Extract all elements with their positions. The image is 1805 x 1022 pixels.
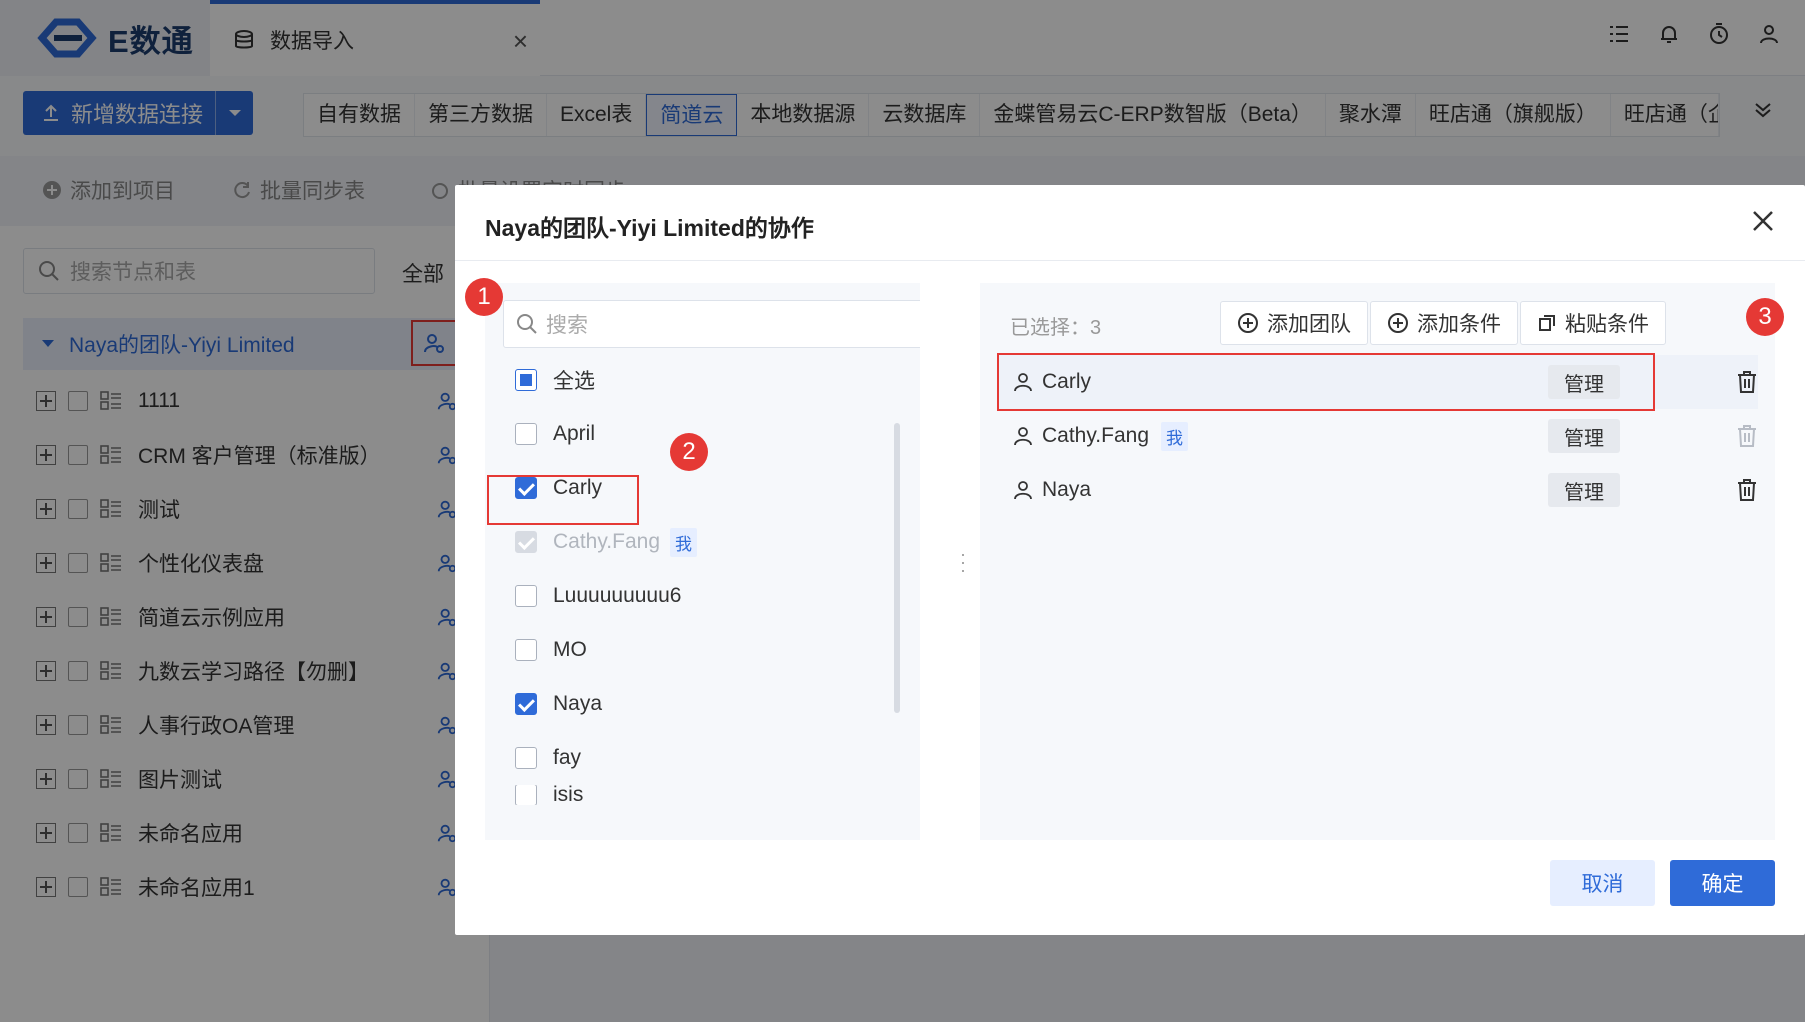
checkbox[interactable] — [515, 423, 537, 445]
checkbox[interactable] — [515, 369, 537, 391]
member-item[interactable]: Naya — [503, 677, 903, 731]
member-name: MO — [553, 638, 587, 661]
cancel-button[interactable]: 取消 — [1550, 860, 1655, 906]
annotation-badge-1: 1 — [465, 278, 503, 316]
highlight-box-selected-carly — [997, 353, 1655, 411]
member-item[interactable]: Luuuuuuuuu6 — [503, 569, 903, 623]
close-icon[interactable] — [1749, 207, 1777, 235]
annotation-badge-2: 2 — [670, 433, 708, 471]
member-item[interactable]: isis — [503, 785, 903, 805]
member-list: 全选 April Carly Cathy.Fang 我 Luuuuuuuuu6 MO Nay… — [503, 353, 903, 805]
member-item[interactable]: fay — [503, 731, 903, 785]
role-dropdown[interactable]: 管理 — [1548, 473, 1620, 507]
selected-member-row: Cathy.Fang 我 管理 — [998, 409, 1758, 463]
user-icon — [1014, 427, 1032, 446]
member-list-scrollbar[interactable] — [894, 423, 900, 713]
trash-icon[interactable] — [1736, 424, 1758, 448]
member-name: Naya — [553, 692, 603, 715]
pane-splitter[interactable]: · · · — [960, 545, 966, 580]
checkbox[interactable] — [515, 693, 537, 715]
annotation-badge-3: 3 — [1746, 298, 1784, 336]
checkbox[interactable] — [515, 639, 537, 661]
paste-condition-label: 粘贴条件 — [1565, 313, 1649, 336]
member-name: Cathy.Fang — [553, 530, 660, 553]
checkbox[interactable] — [515, 747, 537, 769]
paste-icon — [1539, 315, 1555, 331]
member-name: Luuuuuuuuu6 — [553, 584, 682, 607]
user-icon — [1014, 481, 1032, 500]
checkbox[interactable] — [515, 785, 537, 805]
member-name: fay — [553, 746, 582, 769]
trash-icon[interactable] — [1736, 478, 1758, 502]
member-picker: 搜索 全选 April Carly Cathy.Fang 我 Luuuuuuuuu6 MO… — [485, 283, 920, 840]
search-icon — [517, 314, 537, 334]
add-team-label: 添加团队 — [1267, 313, 1351, 336]
me-tag: 我 — [1161, 421, 1188, 451]
plus-circle-icon — [1238, 313, 1258, 333]
confirm-button[interactable]: 确定 — [1670, 860, 1775, 906]
checkbox[interactable] — [515, 531, 537, 553]
member-name: April — [553, 422, 596, 445]
selected-member-row: Naya 管理 — [998, 463, 1758, 517]
trash-icon[interactable] — [1736, 370, 1758, 394]
select-all-checkbox[interactable]: 全选 — [503, 353, 903, 407]
member-search-input[interactable]: 搜索 — [503, 300, 920, 348]
add-condition-button[interactable]: 添加条件 — [1370, 301, 1518, 345]
paste-condition-button[interactable]: 粘贴条件 — [1520, 301, 1666, 345]
add-condition-label: 添加条件 — [1417, 313, 1501, 336]
dialog-header: Naya的团队-Yiyi Limited的协作 — [455, 185, 1805, 261]
selected-member-name: Cathy.Fang — [1042, 424, 1149, 447]
member-name: isis — [553, 785, 584, 805]
selected-count: 已选择：3 — [1010, 317, 1102, 339]
member-search-placeholder: 搜索 — [546, 314, 588, 337]
dialog-title: Naya的团队-Yiyi Limited的协作 — [485, 215, 814, 241]
select-all-label: 全选 — [553, 370, 595, 393]
plus-circle-icon — [1388, 313, 1408, 333]
checkbox[interactable] — [515, 585, 537, 607]
highlight-box-carly — [487, 475, 639, 525]
selected-member-name: Naya — [1042, 478, 1092, 501]
add-team-button[interactable]: 添加团队 — [1220, 301, 1368, 345]
role-dropdown[interactable]: 管理 — [1548, 419, 1620, 453]
member-item[interactable]: MO — [503, 623, 903, 677]
me-tag: 我 — [670, 527, 697, 557]
collaboration-dialog: Naya的团队-Yiyi Limited的协作 搜索 全选 April Carly… — [455, 185, 1805, 935]
